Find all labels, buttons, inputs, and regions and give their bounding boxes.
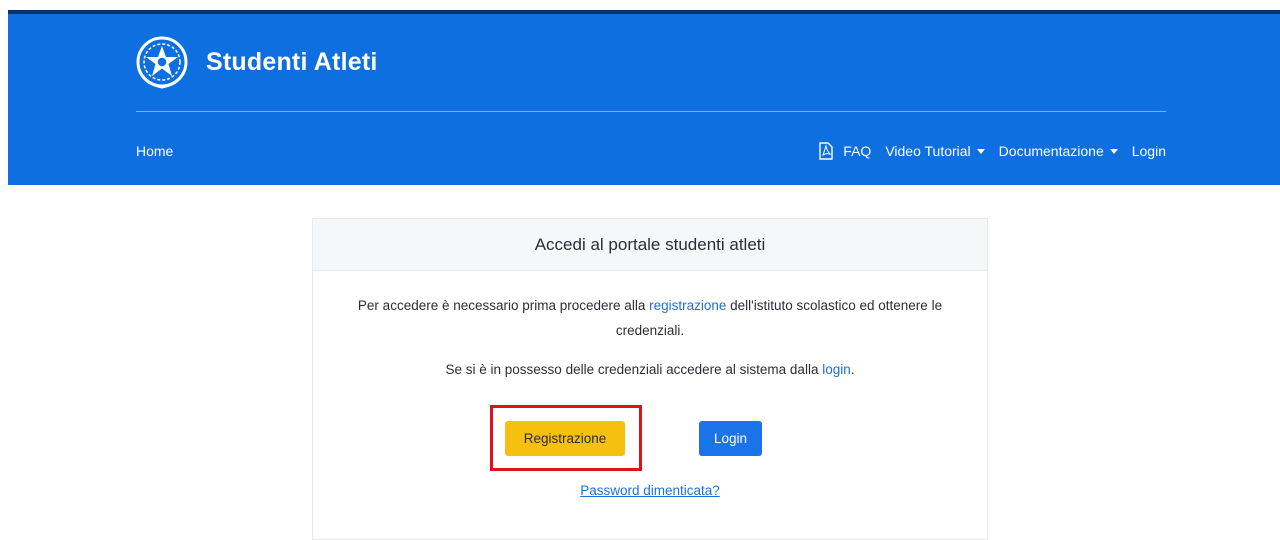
forgot-password-link[interactable]: Password dimenticata? — [580, 483, 720, 498]
nav-video-tutorial-label: Video Tutorial — [885, 143, 971, 159]
registration-link[interactable]: registrazione — [649, 298, 726, 313]
brand[interactable]: Studenti Atleti — [132, 28, 378, 96]
registration-button[interactable]: Registrazione — [505, 421, 625, 456]
action-buttons: Registrazione Login — [313, 405, 987, 471]
italian-republic-emblem-icon — [136, 36, 188, 89]
registration-instructions: Per accedere è necessario prima proceder… — [343, 293, 957, 343]
card-header: Accedi al portale studenti atleti — [313, 219, 987, 271]
login-link[interactable]: login — [822, 362, 851, 377]
pdf-icon — [819, 142, 833, 160]
nav-documentazione-label: Documentazione — [998, 143, 1104, 159]
nav-home-link[interactable]: Home — [136, 143, 173, 159]
nav-login-label: Login — [1131, 143, 1166, 159]
forgot-password: Password dimenticata? — [313, 483, 987, 498]
nav-video-tutorial-dropdown[interactable]: Video Tutorial — [885, 143, 985, 159]
login-text-start: Se si è in possesso delle credenziali ac… — [445, 362, 823, 377]
nav-right: FAQ Video Tutorial Documentazione Login — [805, 142, 1166, 160]
site-title: Studenti Atleti — [206, 47, 378, 76]
nav-faq-link[interactable]: FAQ — [819, 142, 871, 160]
nav-login-link[interactable]: Login — [1132, 143, 1166, 159]
card-title: Accedi al portale studenti atleti — [534, 234, 766, 254]
nav-faq-label: FAQ — [843, 143, 872, 159]
login-text-end: . — [850, 362, 855, 377]
header-divider — [136, 111, 1166, 112]
caret-down-icon — [1109, 148, 1118, 154]
login-button[interactable]: Login — [699, 421, 762, 456]
caret-down-icon — [976, 148, 985, 154]
login-instructions: Se si è in possesso delle credenziali ac… — [343, 357, 957, 382]
site-header: Studenti Atleti Home FAQ Video Tutorial — [8, 10, 1280, 185]
card-body: Per accedere è necessario prima proceder… — [313, 271, 987, 382]
main-nav: Home FAQ Video Tutorial Documentazione L… — [136, 134, 1166, 168]
nav-documentazione-dropdown[interactable]: Documentazione — [999, 143, 1118, 159]
login-card: Accedi al portale studenti atleti Per ac… — [312, 218, 988, 540]
instructions-text-start: Per accedere è necessario prima proceder… — [357, 298, 650, 313]
page: Studenti Atleti Home FAQ Video Tutorial — [0, 0, 1280, 540]
